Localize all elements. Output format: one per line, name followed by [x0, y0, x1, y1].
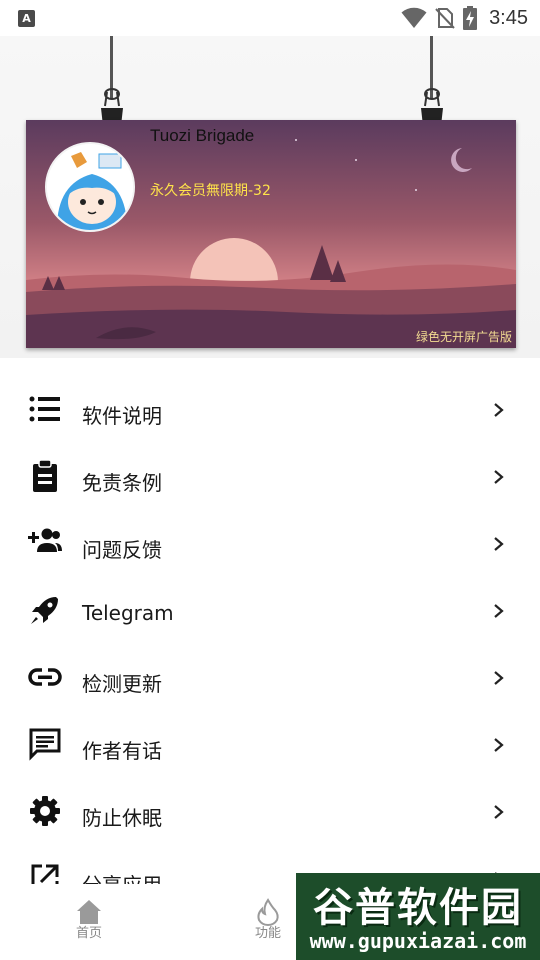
- rocket-icon: [31, 597, 58, 624]
- list-icon: [29, 396, 60, 422]
- app-notification-icon: A: [18, 10, 35, 27]
- wifi-icon: [401, 7, 427, 29]
- menu-item-label: 免责条例: [82, 471, 162, 495]
- menu-item-software-info[interactable]: 软件说明: [0, 376, 540, 443]
- clock: 3:45: [489, 6, 528, 29]
- menu-item-label: 作者有话: [82, 739, 162, 763]
- menu-item-check-update[interactable]: 检测更新: [0, 644, 540, 711]
- battery-charging-icon: [463, 6, 478, 30]
- message-icon: [29, 728, 61, 761]
- menu-item-label: 防止休眠: [82, 806, 162, 830]
- chevron-right-icon: [494, 403, 504, 417]
- status-bar: A 3:45: [0, 0, 540, 36]
- add-user-icon: [28, 528, 62, 552]
- chevron-right-icon: [494, 671, 504, 685]
- status-icons: 3:45: [401, 5, 528, 31]
- watermark-logo: 谷普软件园 www.gupuxiazai.com: [296, 873, 540, 960]
- menu-item-prevent-sleep[interactable]: 防止休眠: [0, 778, 540, 845]
- menu-item-label: Telegram: [82, 601, 174, 625]
- profile-banner: Tuozi Brigade 永久会员無限期-32 绿色无开屏广告版: [26, 120, 516, 348]
- profile-header: Tuozi Brigade 永久会员無限期-32 绿色无开屏广告版: [0, 36, 540, 358]
- avatar[interactable]: [45, 142, 135, 232]
- menu-item-label: 软件说明: [82, 404, 162, 428]
- chevron-right-icon: [494, 805, 504, 819]
- share-icon: [31, 864, 59, 884]
- menu-item-feedback[interactable]: 问题反馈: [0, 510, 540, 577]
- settings-menu: 软件说明 免责条例 问题反馈 Telegram 检测更新 作者有话 防止休眠: [0, 376, 540, 884]
- membership-status: 永久会员無限期-32: [150, 183, 271, 199]
- menu-item-label: 分享应用: [82, 869, 162, 884]
- menu-item-disclaimer[interactable]: 免责条例: [0, 443, 540, 510]
- nav-tab-label: 首页: [75, 926, 102, 941]
- anime-avatar-icon: [47, 144, 133, 230]
- link-icon: [28, 668, 62, 686]
- menu-item-label: 检测更新: [82, 672, 162, 696]
- watermark-url: www.gupuxiazai.com: [309, 929, 527, 953]
- menu-item-telegram[interactable]: Telegram: [0, 577, 540, 644]
- chevron-right-icon: [494, 738, 504, 752]
- chevron-right-icon: [494, 604, 504, 618]
- nav-tab-home[interactable]: 首页: [49, 894, 129, 944]
- menu-item-author-message[interactable]: 作者有话: [0, 711, 540, 778]
- chevron-right-icon: [494, 470, 504, 484]
- version-tag: 绿色无开屏广告版: [415, 330, 512, 344]
- menu-item-label: 问题反馈: [82, 538, 162, 562]
- gear-icon: [30, 796, 60, 826]
- clipboard-icon: [33, 459, 57, 492]
- no-sim-icon: [435, 8, 455, 29]
- chevron-right-icon: [494, 537, 504, 551]
- user-name: Tuozi Brigade: [150, 126, 255, 145]
- watermark-title: 谷普软件园: [313, 885, 523, 931]
